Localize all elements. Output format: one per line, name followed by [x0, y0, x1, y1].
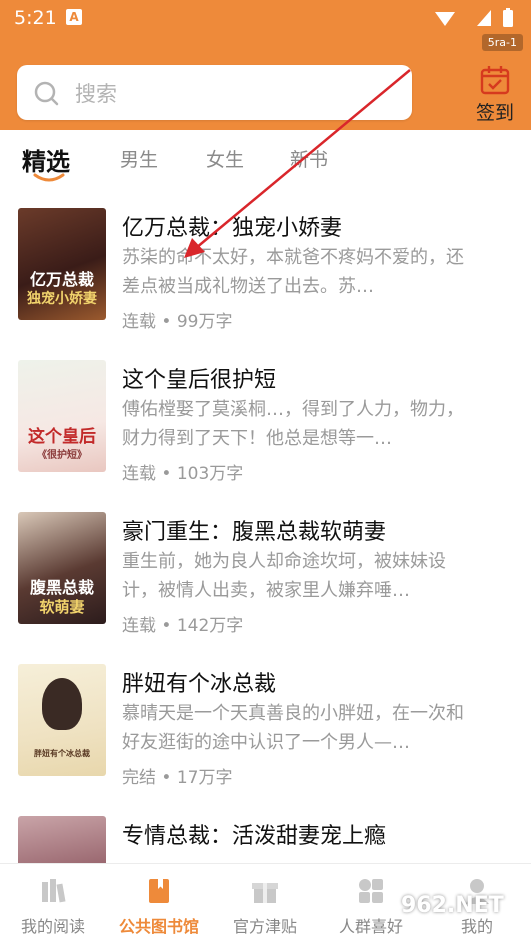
tab-new-books[interactable]: 新书	[290, 145, 328, 172]
book-status: 连载	[122, 616, 156, 636]
book-cover: 胖妞有个冰总裁	[18, 664, 106, 776]
book-status: 连载	[122, 464, 156, 484]
book-meta: 连载 • 99万字	[122, 312, 233, 332]
book-icon	[149, 879, 169, 903]
cover-title-line1: 腹黑总裁	[29, 578, 94, 597]
nav-label: 公共图书馆	[118, 917, 199, 936]
books-icon	[42, 879, 66, 903]
book-word-count: 99万字	[176, 312, 233, 332]
book-word-count: 142万字	[176, 616, 244, 636]
book-description: 傅佑樘娶了莫溪桐…，得到了人力，物力，财力得到了天下！他总是想等一…	[122, 399, 464, 449]
book-title: 专情总裁：活泼甜妻宠上瘾	[122, 824, 387, 849]
book-item[interactable]: 这个皇后 《很护短》 这个皇后很护短 傅佑樘娶了莫溪桐…，得到了人力，物力，财力…	[0, 360, 531, 500]
book-item[interactable]: 亿万总裁 独宠小娇妻 亿万总裁：独宠小娇妻 苏柒的命不太好，本就爸不疼妈不爱的，…	[0, 208, 531, 348]
gift-icon	[252, 883, 278, 903]
book-cover: 这个皇后 《很护短》	[18, 360, 106, 472]
book-status: 完结	[122, 768, 156, 788]
signal-icon	[477, 10, 491, 26]
tab-featured[interactable]: 精选	[22, 142, 70, 177]
grid-icon	[359, 879, 383, 903]
book-item[interactable]: 胖妞有个冰总裁 胖妞有个冰总裁 慕晴天是一个天真善良的小胖妞，在一次和好友逛街的…	[0, 664, 531, 804]
app-header: 5:21 A 5ra-1 搜索 签到	[0, 0, 531, 130]
book-cover	[18, 816, 106, 863]
cover-title-line1: 亿万总裁	[29, 270, 94, 289]
cover-title-line1: 胖妞有个冰总裁	[34, 749, 90, 758]
book-word-count: 17万字	[176, 768, 233, 788]
search-input[interactable]: 搜索	[17, 65, 412, 120]
battery-icon	[503, 10, 513, 27]
nav-label: 官方津贴	[232, 917, 297, 936]
book-meta: 连载 • 142万字	[122, 616, 244, 636]
cover-title-line2: 《很护短》	[37, 450, 87, 461]
book-meta: 完结 • 17万字	[122, 768, 233, 788]
checkin-label: 签到	[475, 102, 514, 124]
book-item[interactable]: 腹黑总裁 软萌妻 豪门重生：腹黑总裁软萌妻 重生前，她为良人却命途坎坷，被妹妹设…	[0, 512, 531, 652]
search-placeholder: 搜索	[75, 82, 117, 106]
book-meta: 连载 • 103万字	[122, 464, 244, 484]
status-bar: 5:21 A 5ra-1	[0, 0, 531, 51]
checkin-button[interactable]: 签到	[470, 62, 520, 127]
site-watermark: 962.NET	[401, 893, 504, 918]
book-status: 连载	[122, 312, 156, 332]
tab-female[interactable]: 女生	[206, 145, 244, 172]
nav-public-library[interactable]: 公共图书馆	[106, 864, 212, 945]
cover-title-line1: 这个皇后	[28, 427, 96, 447]
tab-active-indicator	[33, 173, 65, 182]
nav-official-allowance[interactable]: 官方津贴	[212, 864, 318, 945]
category-tabs: 精选 男生 女生 新书	[0, 135, 531, 190]
book-cover: 腹黑总裁 软萌妻	[18, 512, 106, 624]
system-status-icons	[435, 8, 513, 27]
book-description: 苏柒的命不太好，本就爸不疼妈不爱的，还差点被当成礼物送了出去。苏…	[122, 247, 464, 297]
cover-title-line2: 独宠小娇妻	[27, 291, 97, 307]
book-title: 豪门重生：腹黑总裁软萌妻	[122, 520, 387, 545]
book-title: 亿万总裁：独宠小娇妻	[122, 216, 343, 241]
book-item[interactable]: 专情总裁：活泼甜妻宠上瘾	[0, 816, 531, 863]
book-title: 胖妞有个冰总裁	[122, 672, 277, 697]
nav-my-reading[interactable]: 我的阅读	[0, 864, 106, 945]
book-description: 重生前，她为良人却命途坎坷，被妹妹设计，被情人出卖，被家里人嫌弃唾…	[122, 551, 446, 601]
wifi-icon	[435, 12, 455, 26]
nav-label: 我的阅读	[20, 917, 85, 936]
cover-title-line2: 软萌妻	[39, 598, 85, 616]
calendar-check-icon	[480, 66, 510, 95]
cover-portrait	[42, 678, 82, 730]
build-badge: 5ra-1	[481, 34, 523, 51]
book-word-count: 103万字	[176, 464, 244, 484]
status-time: 5:21	[14, 7, 57, 29]
book-description: 慕晴天是一个天真善良的小胖妞，在一次和好友逛街的途中认识了一个男人—…	[122, 703, 464, 753]
search-icon	[34, 81, 59, 106]
notification-a-icon: A	[66, 9, 82, 25]
tab-male[interactable]: 男生	[120, 145, 158, 172]
book-cover: 亿万总裁 独宠小娇妻	[18, 208, 106, 320]
book-title: 这个皇后很护短	[122, 368, 277, 393]
